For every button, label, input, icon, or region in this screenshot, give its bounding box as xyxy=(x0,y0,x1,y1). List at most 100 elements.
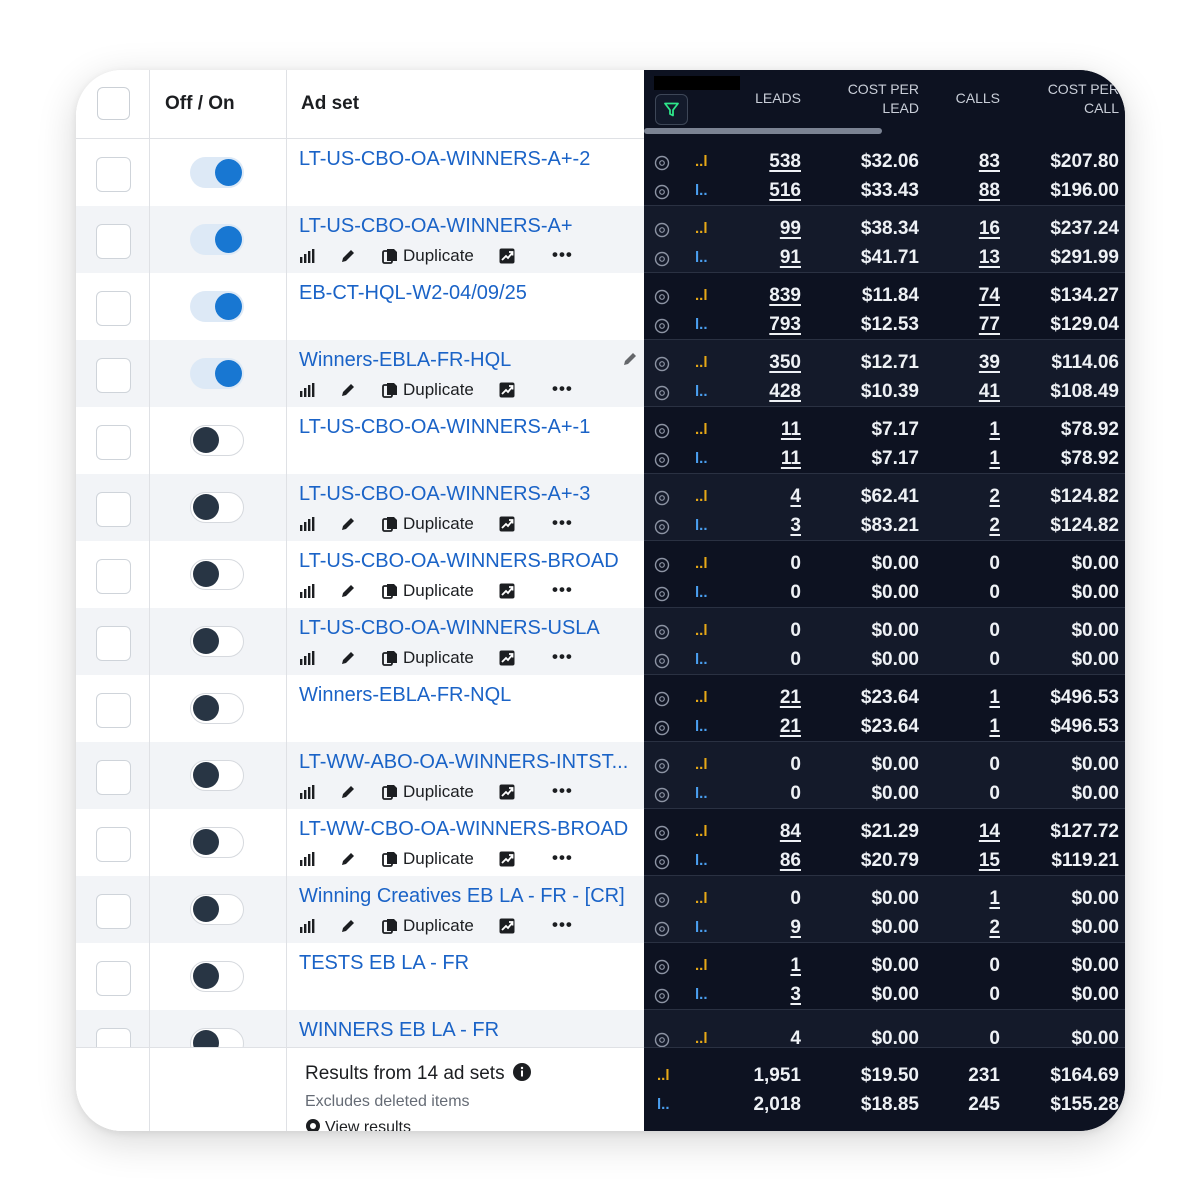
delivery-toggle[interactable] xyxy=(190,894,244,925)
adset-name-link[interactable]: WINNERS EB LA - FR xyxy=(299,1019,499,1042)
attribution-info-icon[interactable] xyxy=(654,222,670,238)
leads-value[interactable]: 9 xyxy=(790,917,801,939)
duplicate-icon[interactable] xyxy=(381,783,399,806)
edit-pencil-icon[interactable] xyxy=(339,381,357,404)
attribution-info-icon[interactable] xyxy=(654,519,670,535)
duplicate-button[interactable]: Duplicate xyxy=(403,916,474,936)
more-options-button[interactable]: ••• xyxy=(552,848,573,868)
adset-name-link[interactable]: LT-US-CBO-OA-WINNERS-A+-2 xyxy=(299,148,590,171)
leads-value[interactable]: 86 xyxy=(780,850,801,872)
calls-value[interactable]: 74 xyxy=(979,285,1000,307)
leads-value[interactable]: 21 xyxy=(780,716,801,738)
row-checkbox[interactable] xyxy=(96,760,131,795)
row-checkbox[interactable] xyxy=(96,358,131,393)
column-header-adset[interactable]: Ad set xyxy=(301,93,359,115)
duplicate-button[interactable]: Duplicate xyxy=(403,782,474,802)
attribution-info-icon[interactable] xyxy=(654,423,670,439)
view-charts-icon[interactable] xyxy=(299,650,316,671)
duplicate-button[interactable]: Duplicate xyxy=(403,648,474,668)
adset-name-link[interactable]: LT-US-CBO-OA-WINNERS-USLA xyxy=(299,617,600,640)
leads-value[interactable]: 99 xyxy=(780,218,801,240)
leads-value[interactable]: 3 xyxy=(790,515,801,537)
compare-icon[interactable] xyxy=(498,582,516,605)
duplicate-button[interactable]: Duplicate xyxy=(403,380,474,400)
delivery-toggle[interactable] xyxy=(190,760,244,791)
leads-value[interactable]: 1 xyxy=(790,955,801,977)
calls-value[interactable]: 2 xyxy=(989,917,1000,939)
delivery-toggle[interactable] xyxy=(190,291,244,322)
adset-name-link[interactable]: TESTS EB LA - FR xyxy=(299,952,469,975)
row-checkbox[interactable] xyxy=(96,827,131,862)
rename-pencil-icon[interactable] xyxy=(621,350,639,373)
row-checkbox[interactable] xyxy=(96,224,131,259)
duplicate-button[interactable]: Duplicate xyxy=(403,246,474,266)
calls-value[interactable]: 1 xyxy=(989,448,1000,470)
more-options-button[interactable]: ••• xyxy=(552,647,573,667)
attribution-info-icon[interactable] xyxy=(654,385,670,401)
calls-value[interactable]: 1 xyxy=(989,716,1000,738)
calls-value[interactable]: 1 xyxy=(989,687,1000,709)
filter-button[interactable] xyxy=(655,94,688,125)
attribution-info-icon[interactable] xyxy=(654,959,670,975)
leads-value[interactable]: 350 xyxy=(769,352,801,374)
delivery-toggle[interactable] xyxy=(190,626,244,657)
view-charts-icon[interactable] xyxy=(299,918,316,939)
compare-icon[interactable] xyxy=(498,917,516,940)
leads-value[interactable]: 538 xyxy=(769,151,801,173)
attribution-info-icon[interactable] xyxy=(654,624,670,640)
more-options-button[interactable]: ••• xyxy=(552,379,573,399)
view-charts-icon[interactable] xyxy=(299,516,316,537)
duplicate-button[interactable]: Duplicate xyxy=(403,581,474,601)
edit-pencil-icon[interactable] xyxy=(339,917,357,940)
row-checkbox[interactable] xyxy=(96,894,131,929)
attribution-info-icon[interactable] xyxy=(654,452,670,468)
row-checkbox[interactable] xyxy=(96,291,131,326)
compare-icon[interactable] xyxy=(498,381,516,404)
column-header-calls[interactable]: CALLS xyxy=(956,89,1000,108)
attribution-info-icon[interactable] xyxy=(654,557,670,573)
select-all-checkbox[interactable] xyxy=(97,87,130,120)
adset-name-link[interactable]: Winners-EBLA-FR-HQL xyxy=(299,349,511,372)
attribution-info-icon[interactable] xyxy=(654,184,670,200)
row-checkbox[interactable] xyxy=(96,559,131,594)
delivery-toggle[interactable] xyxy=(190,358,244,389)
duplicate-icon[interactable] xyxy=(381,515,399,538)
view-results-link[interactable]: View results xyxy=(305,1118,411,1131)
column-header-cost-per-lead[interactable]: COST PER LEAD xyxy=(848,80,919,118)
calls-value[interactable]: 15 xyxy=(979,850,1000,872)
duplicate-icon[interactable] xyxy=(381,381,399,404)
leads-value[interactable]: 4 xyxy=(790,486,801,508)
edit-pencil-icon[interactable] xyxy=(339,850,357,873)
leads-value[interactable]: 3 xyxy=(790,984,801,1006)
adset-name-link[interactable]: LT-WW-CBO-OA-WINNERS-BROAD xyxy=(299,818,628,841)
compare-icon[interactable] xyxy=(498,515,516,538)
delivery-toggle[interactable] xyxy=(190,492,244,523)
attribution-info-icon[interactable] xyxy=(654,787,670,803)
duplicate-icon[interactable] xyxy=(381,850,399,873)
adset-name-link[interactable]: LT-US-CBO-OA-WINNERS-A+ xyxy=(299,215,573,238)
calls-value[interactable]: 77 xyxy=(979,314,1000,336)
leads-value[interactable]: 11 xyxy=(781,448,801,470)
view-charts-icon[interactable] xyxy=(299,583,316,604)
calls-value[interactable]: 41 xyxy=(979,381,1000,403)
attribution-info-icon[interactable] xyxy=(654,490,670,506)
view-charts-icon[interactable] xyxy=(299,784,316,805)
edit-pencil-icon[interactable] xyxy=(339,247,357,270)
calls-value[interactable]: 2 xyxy=(989,486,1000,508)
edit-pencil-icon[interactable] xyxy=(339,649,357,672)
adset-name-link[interactable]: Winning Creatives EB LA - FR - [CR] xyxy=(299,885,625,908)
leads-value[interactable]: 84 xyxy=(780,821,801,843)
attribution-info-icon[interactable] xyxy=(654,1032,670,1048)
adset-name-link[interactable]: Winners-EBLA-FR-NQL xyxy=(299,684,511,707)
leads-value[interactable]: 793 xyxy=(769,314,801,336)
delivery-toggle[interactable] xyxy=(190,425,244,456)
attribution-info-icon[interactable] xyxy=(654,691,670,707)
compare-icon[interactable] xyxy=(498,649,516,672)
attribution-info-icon[interactable] xyxy=(654,825,670,841)
row-checkbox[interactable] xyxy=(96,693,131,728)
leads-value[interactable]: 839 xyxy=(769,285,801,307)
calls-value[interactable]: 83 xyxy=(979,151,1000,173)
horizontal-scrollbar[interactable] xyxy=(644,128,882,134)
edit-pencil-icon[interactable] xyxy=(339,582,357,605)
info-icon[interactable] xyxy=(512,1063,531,1081)
